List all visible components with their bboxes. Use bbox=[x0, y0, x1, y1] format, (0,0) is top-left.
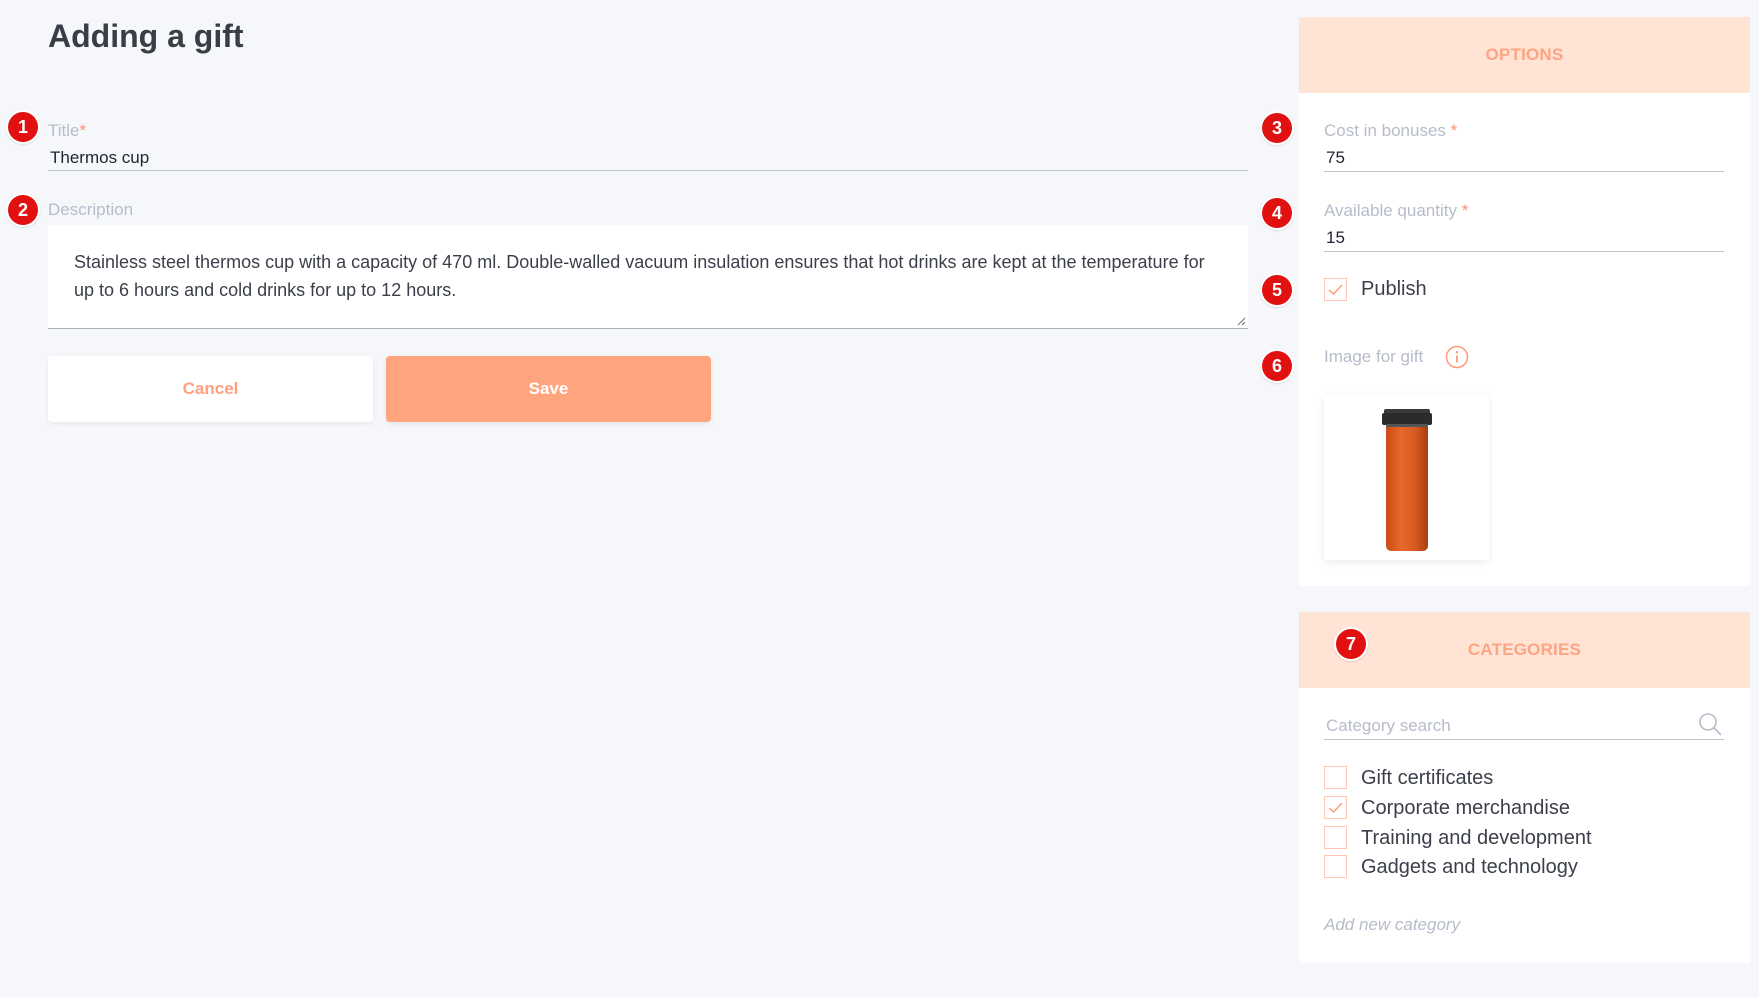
annotation-marker-5: 5 bbox=[1262, 275, 1292, 305]
cancel-button[interactable]: Cancel bbox=[48, 356, 373, 422]
options-panel: OPTIONS Cost in bonuses * 75 Available q… bbox=[1299, 17, 1750, 586]
quantity-label: Available quantity * bbox=[1324, 201, 1468, 221]
category-checkbox-corporate-merchandise[interactable] bbox=[1324, 796, 1347, 819]
required-asterisk: * bbox=[79, 121, 87, 140]
category-checkbox-training-and-development[interactable] bbox=[1324, 826, 1347, 849]
category-checkbox-gift-certificates[interactable] bbox=[1324, 766, 1347, 789]
cost-input[interactable]: 75 bbox=[1326, 148, 1345, 168]
checkmark-icon bbox=[1328, 283, 1343, 295]
gift-image[interactable] bbox=[1324, 395, 1489, 560]
search-icon[interactable] bbox=[1697, 711, 1723, 737]
quantity-label-text: Available quantity bbox=[1324, 201, 1457, 220]
options-header: OPTIONS bbox=[1299, 17, 1750, 93]
required-asterisk: * bbox=[1461, 201, 1469, 220]
annotation-marker-2: 2 bbox=[8, 195, 38, 225]
quantity-input[interactable]: 15 bbox=[1326, 228, 1345, 248]
category-search-input[interactable]: Category search bbox=[1326, 716, 1451, 736]
cost-input-underline bbox=[1324, 171, 1724, 172]
categories-panel: CATEGORIES Category search Gift certific… bbox=[1299, 612, 1750, 963]
category-checkbox-gadgets-and-technology[interactable] bbox=[1324, 855, 1347, 878]
quantity-input-underline bbox=[1324, 251, 1724, 252]
annotation-marker-6: 6 bbox=[1262, 351, 1292, 381]
required-asterisk: * bbox=[1450, 121, 1458, 140]
categories-header: CATEGORIES bbox=[1299, 612, 1750, 688]
category-label: Gadgets and technology bbox=[1361, 856, 1578, 878]
save-button[interactable]: Save bbox=[386, 356, 711, 422]
publish-label: Publish bbox=[1361, 278, 1427, 300]
cost-label-text: Cost in bonuses bbox=[1324, 121, 1446, 140]
page-title: Adding a gift bbox=[48, 18, 244, 54]
add-new-category-link[interactable]: Add new category bbox=[1324, 915, 1460, 935]
annotation-marker-3: 3 bbox=[1262, 113, 1292, 143]
description-label: Description bbox=[48, 200, 134, 219]
category-label: Corporate merchandise bbox=[1361, 797, 1570, 819]
annotation-marker-7: 7 bbox=[1336, 629, 1366, 659]
category-label: Training and development bbox=[1361, 827, 1592, 849]
description-text: Stainless steel thermos cup with a capac… bbox=[74, 252, 1205, 300]
image-label: Image for gift bbox=[1324, 347, 1424, 366]
category-label: Gift certificates bbox=[1361, 767, 1494, 789]
category-search-underline bbox=[1324, 739, 1724, 740]
info-icon[interactable] bbox=[1445, 345, 1469, 369]
annotation-marker-4: 4 bbox=[1262, 198, 1292, 228]
title-input-underline bbox=[48, 170, 1248, 171]
publish-checkbox[interactable] bbox=[1324, 278, 1347, 301]
checkmark-icon bbox=[1328, 801, 1343, 813]
resize-handle-icon[interactable] bbox=[1236, 316, 1246, 326]
annotation-marker-1: 1 bbox=[8, 112, 38, 142]
thermos-cup-icon bbox=[1382, 409, 1432, 551]
cost-label: Cost in bonuses * bbox=[1324, 121, 1457, 141]
title-label: Title* bbox=[48, 121, 86, 141]
title-input[interactable]: Thermos cup bbox=[50, 148, 149, 168]
title-label-text: Title bbox=[48, 121, 80, 140]
description-textarea[interactable]: Stainless steel thermos cup with a capac… bbox=[48, 225, 1248, 329]
